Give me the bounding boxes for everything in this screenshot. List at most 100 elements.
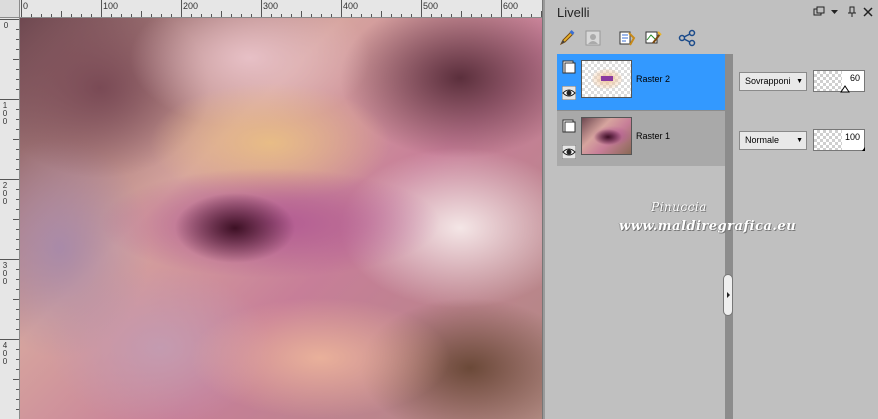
ruler-tick	[0, 259, 19, 260]
ruler-tick	[281, 14, 282, 17]
minimize-dock-icon[interactable]	[813, 6, 825, 20]
watermark-url: www.maldiregrafica.eu	[619, 219, 797, 234]
ruler-tick	[16, 269, 19, 270]
brush-edit-icon[interactable]	[557, 28, 577, 48]
ruler-tick	[0, 179, 19, 180]
ruler-tick	[16, 109, 19, 110]
blend-mode-select[interactable]: Sovrapponi ▼	[739, 72, 807, 91]
ruler-tick	[501, 0, 502, 17]
ruler-tick	[401, 14, 402, 17]
opacity-slider[interactable]: 60	[813, 70, 865, 93]
ruler-label: 0	[3, 21, 9, 30]
opacity-slider[interactable]: 100	[813, 129, 865, 151]
layers-list: Raster 2 Raster 1	[557, 54, 727, 419]
layer-thumbnail	[581, 60, 632, 98]
ruler-label: 3 0 0	[2, 261, 8, 286]
panel-titlebar: Livelli	[545, 0, 878, 26]
ruler-tick	[16, 169, 19, 170]
ruler-tick	[511, 14, 512, 17]
layer-adjust-icon[interactable]	[643, 28, 663, 48]
ruler-tick	[381, 11, 382, 17]
ruler-tick	[251, 14, 252, 17]
ruler-tick	[531, 14, 532, 17]
layers-scrollbar[interactable]	[725, 54, 733, 419]
ruler-tick	[231, 14, 232, 17]
layer-row-raster-2[interactable]: Raster 2	[557, 54, 725, 110]
ruler-tick	[16, 329, 19, 330]
ruler-tick	[51, 14, 52, 17]
ruler-tick	[521, 14, 522, 17]
ruler-tick	[81, 14, 82, 17]
ruler-tick	[13, 219, 19, 220]
ruler-tick	[13, 139, 19, 140]
ruler-tick	[0, 339, 19, 340]
layers-panel: Livelli Raster 2 Raster 1 Sovrapponi ▼ 6…	[545, 0, 878, 419]
ruler-tick	[16, 349, 19, 350]
blend-mode-select[interactable]: Normale ▼	[739, 131, 807, 150]
visibility-eye-icon[interactable]	[561, 85, 577, 101]
ruler-tick	[21, 0, 22, 17]
layer-row-raster-1[interactable]: Raster 1	[557, 110, 725, 166]
ruler-tick	[101, 0, 102, 17]
ruler-label: 400	[343, 1, 359, 11]
chevron-down-icon: ▼	[796, 137, 803, 144]
ruler-tick	[291, 14, 292, 17]
ruler-tick	[16, 39, 19, 40]
layer-name: Raster 1	[636, 131, 671, 141]
ruler-tick	[16, 189, 19, 190]
ruler-label: 600	[503, 1, 519, 11]
ruler-tick	[16, 29, 19, 30]
ruler-tick	[481, 14, 482, 17]
visibility-eye-icon[interactable]	[561, 144, 577, 160]
ruler-tick	[16, 289, 19, 290]
ruler-tick	[181, 0, 182, 17]
layer-properties-raster-1: Normale ▼ 100	[733, 110, 878, 166]
ruler-tick	[16, 319, 19, 320]
ruler-tick	[16, 89, 19, 90]
panel-title: Livelli	[557, 5, 590, 20]
close-icon[interactable]	[863, 6, 873, 20]
ruler-label: 1 0 0	[2, 101, 8, 126]
ruler-tick	[491, 14, 492, 17]
ruler-tick	[16, 79, 19, 80]
ruler-label: 100	[103, 1, 119, 11]
ruler-tick	[471, 14, 472, 17]
ruler-tick	[13, 59, 19, 60]
layer-group-icon[interactable]	[562, 60, 576, 74]
ruler-tick	[16, 69, 19, 70]
share-icon[interactable]	[677, 28, 697, 48]
ruler-tick	[16, 229, 19, 230]
ruler-tick	[0, 99, 19, 100]
layer-properties-icon[interactable]	[617, 28, 637, 48]
ruler-label: 4 0 0	[2, 341, 8, 366]
dropdown-caret-icon[interactable]	[830, 6, 839, 20]
ruler-tick	[431, 14, 432, 17]
ruler-label: 2 0 0	[2, 181, 8, 206]
ruler-tick	[171, 14, 172, 17]
mask-icon[interactable]	[583, 28, 603, 48]
ruler-tick	[0, 19, 19, 20]
pin-icon[interactable]	[847, 6, 857, 21]
ruler-tick	[451, 14, 452, 17]
ruler-tick	[411, 14, 412, 17]
canvas-area[interactable]: 0 100 200 300 400 500 600 0 1 0 0 2 0 0 …	[0, 0, 542, 419]
ruler-tick	[211, 14, 212, 17]
canvas-image[interactable]	[20, 18, 542, 419]
ruler-label: 0	[23, 1, 29, 11]
scrollbar-grip[interactable]	[723, 274, 733, 316]
ruler-tick	[16, 159, 19, 160]
ruler-tick	[331, 14, 332, 17]
ruler-tick	[351, 14, 352, 17]
ruler-tick	[16, 309, 19, 310]
layer-name: Raster 2	[636, 74, 671, 84]
ruler-tick	[16, 399, 19, 400]
ruler-tick	[16, 149, 19, 150]
ruler-tick	[16, 369, 19, 370]
layer-group-icon[interactable]	[562, 119, 576, 133]
ruler-tick	[321, 14, 322, 17]
ruler-tick	[31, 14, 32, 17]
ruler-tick	[111, 14, 112, 17]
ruler-label: 300	[263, 1, 279, 11]
ruler-tick	[41, 14, 42, 17]
ruler-tick	[421, 0, 422, 17]
